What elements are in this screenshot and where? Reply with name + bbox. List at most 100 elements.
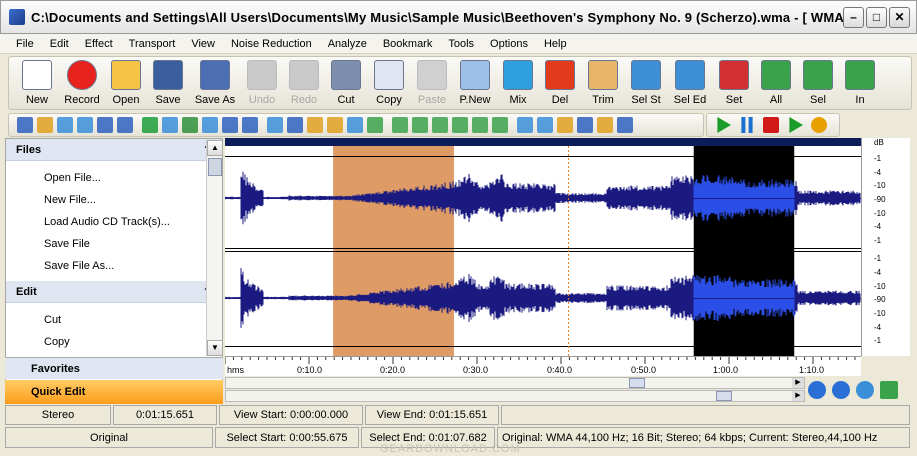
open-button[interactable]: Open	[105, 57, 147, 109]
all-button[interactable]: All	[755, 57, 797, 109]
save-button[interactable]: Save	[147, 57, 189, 109]
effect-tool-icon[interactable]	[577, 117, 593, 133]
scroll-right-icon[interactable]: ▶	[792, 378, 804, 388]
sel-st-button[interactable]: Sel St	[625, 57, 667, 109]
new-button[interactable]: New	[15, 57, 59, 109]
sel-ed-button[interactable]: Sel Ed	[667, 57, 713, 109]
play-selection-icon[interactable]	[789, 117, 803, 133]
copy-button[interactable]: Copy	[367, 57, 411, 109]
trim-button[interactable]: Trim	[581, 57, 625, 109]
menu-effect[interactable]: Effect	[77, 38, 121, 50]
sidebar-link-load-audio-cd-track-s[interactable]: Load Audio CD Track(s)...	[44, 211, 222, 233]
undo-button[interactable]: Undo	[241, 57, 283, 109]
sidebar-link-new-file[interactable]: New File...	[44, 189, 222, 211]
effect-tool-icon[interactable]	[307, 117, 323, 133]
effect-tool-icon[interactable]	[432, 117, 448, 133]
effect-tool-icon[interactable]	[597, 117, 613, 133]
effect-tool-icon[interactable]	[162, 117, 178, 133]
effect-tool-icon[interactable]	[537, 117, 553, 133]
time-tick-label: hms	[227, 365, 245, 375]
menu-bookmark[interactable]: Bookmark	[375, 38, 441, 50]
cut-button[interactable]: Cut	[325, 57, 367, 109]
pause-icon[interactable]	[741, 117, 753, 133]
minimize-button[interactable]: –	[843, 6, 864, 28]
effect-tool-icon[interactable]	[287, 117, 303, 133]
scroll-thumb[interactable]	[716, 391, 732, 401]
effect-tool-icon[interactable]	[242, 117, 258, 133]
effect-tool-icon[interactable]	[367, 117, 383, 133]
effect-tool-icon[interactable]	[452, 117, 468, 133]
effect-tool-icon[interactable]	[37, 117, 53, 133]
waveform-view[interactable]	[225, 138, 861, 356]
quick-edit-panel[interactable]: Quick Edit	[5, 380, 223, 404]
edit-section-header[interactable]: Edit ⌃	[6, 281, 222, 303]
confirm-icon[interactable]	[880, 381, 898, 399]
menu-transport[interactable]: Transport	[121, 38, 184, 50]
effect-tool-icon[interactable]	[222, 117, 238, 133]
effect-tool-icon[interactable]	[77, 117, 93, 133]
set-button[interactable]: Set	[713, 57, 755, 109]
sidebar-link-save-file[interactable]: Save File	[44, 233, 222, 255]
effect-tool-icon[interactable]	[97, 117, 113, 133]
overview-bar[interactable]	[225, 138, 861, 146]
loop-icon[interactable]	[811, 117, 827, 133]
effect-tool-icon[interactable]	[492, 117, 508, 133]
sidebar-scrollbar[interactable]: ▲ ▼	[206, 140, 223, 356]
sel-button[interactable]: Sel	[797, 57, 839, 109]
maximize-button[interactable]: □	[866, 6, 887, 28]
files-section-header[interactable]: Files ⌃	[6, 139, 222, 161]
effect-tool-icon[interactable]	[517, 117, 533, 133]
scroll-down-icon[interactable]: ▼	[207, 340, 223, 356]
scroll-right-icon[interactable]: ▶	[792, 391, 804, 401]
effect-tool-icon[interactable]	[182, 117, 198, 133]
sidebar-link-copy[interactable]: Copy	[44, 331, 222, 353]
effect-tool-icon[interactable]	[412, 117, 428, 133]
db-unit-label: dB	[874, 138, 884, 147]
mix-button[interactable]: Mix	[497, 57, 539, 109]
del-button[interactable]: Del	[539, 57, 581, 109]
effect-tool-icon[interactable]	[617, 117, 633, 133]
save-as-button[interactable]: Save As	[189, 57, 241, 109]
waveform-canvas[interactable]	[225, 146, 861, 356]
stop-icon[interactable]	[763, 117, 779, 133]
effect-tool-icon[interactable]	[117, 117, 133, 133]
p-new-button[interactable]: P.New	[453, 57, 497, 109]
effect-tool-icon[interactable]	[17, 117, 33, 133]
effect-tool-icon[interactable]	[327, 117, 343, 133]
sidebar-link-save-file-as[interactable]: Save File As...	[44, 255, 222, 277]
zoom-out-icon[interactable]	[832, 381, 850, 399]
favorites-panel[interactable]: Favorites	[5, 357, 223, 379]
effect-tool-icon[interactable]	[347, 117, 363, 133]
main-toolbar: New Record Open Save Save As Undo Redo Cut Copy P…	[8, 56, 912, 110]
in-button[interactable]: In	[839, 57, 881, 109]
zoom-in-icon[interactable]	[808, 381, 826, 399]
menu-help[interactable]: Help	[536, 38, 575, 50]
menu-analyze[interactable]: Analyze	[320, 38, 375, 50]
effect-tool-icon[interactable]	[557, 117, 573, 133]
sidebar-link-open-file[interactable]: Open File...	[44, 167, 222, 189]
effect-tool-icon[interactable]	[57, 117, 73, 133]
horizontal-scrollbar[interactable]: ▶	[225, 377, 805, 389]
effect-tool-icon[interactable]	[392, 117, 408, 133]
scroll-thumb[interactable]	[208, 158, 222, 176]
effect-tool-icon[interactable]	[267, 117, 283, 133]
scroll-thumb[interactable]	[629, 378, 645, 388]
sidebar-link-cut[interactable]: Cut	[44, 309, 222, 331]
menu-noise-reduction[interactable]: Noise Reduction	[223, 38, 320, 50]
menu-view[interactable]: View	[183, 38, 223, 50]
record-button[interactable]: Record	[59, 57, 105, 109]
play-icon[interactable]	[717, 117, 731, 133]
vertical-zoom-scrollbar[interactable]: ▶	[225, 390, 805, 402]
menu-edit[interactable]: Edit	[42, 38, 77, 50]
scroll-up-icon[interactable]: ▲	[207, 140, 223, 156]
effect-tool-icon[interactable]	[142, 117, 158, 133]
redo-button[interactable]: Redo	[283, 57, 325, 109]
effect-tool-icon[interactable]	[472, 117, 488, 133]
close-button[interactable]: ✕	[889, 6, 910, 28]
menu-file[interactable]: File	[8, 38, 42, 50]
paste-button[interactable]: Paste	[411, 57, 453, 109]
zoom-fit-icon[interactable]	[856, 381, 874, 399]
menu-options[interactable]: Options	[482, 38, 536, 50]
menu-tools[interactable]: Tools	[440, 38, 482, 50]
effect-tool-icon[interactable]	[202, 117, 218, 133]
